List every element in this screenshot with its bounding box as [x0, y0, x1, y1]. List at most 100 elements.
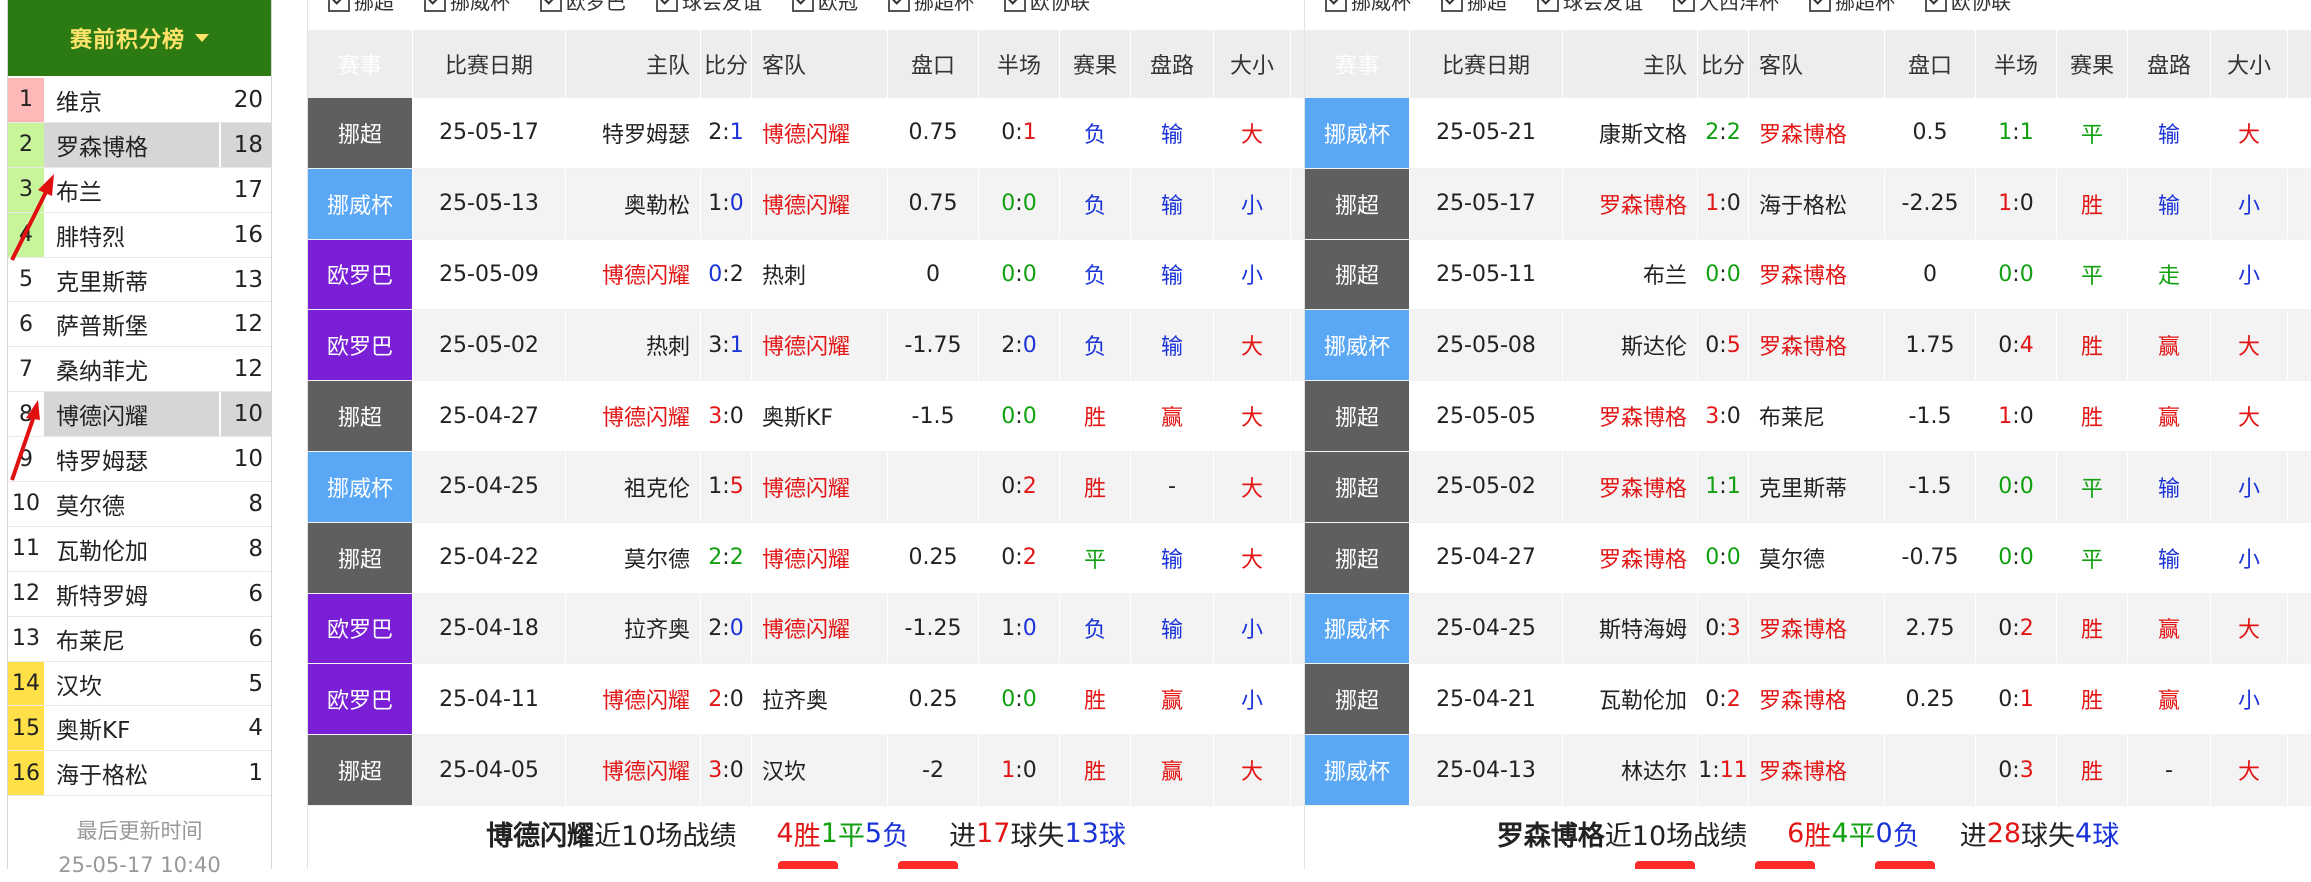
standings-team[interactable]: 海于格松: [44, 751, 221, 795]
event-badge[interactable]: 挪超: [1305, 381, 1410, 451]
home-team[interactable]: 罗森博格: [1563, 522, 1698, 593]
match-score[interactable]: 3:0: [701, 381, 752, 451]
match-row[interactable]: 欧罗巴 25-04-11 博德闪耀 2:0 拉齐奥 0.25 0:0 胜赢小: [308, 664, 1304, 736]
checkbox-icon[interactable]: [1441, 0, 1463, 12]
standings-row[interactable]: 1 维京 20: [8, 78, 271, 123]
event-badge[interactable]: 挪超: [1305, 168, 1410, 239]
standings-row[interactable]: 7 桑纳菲尤 12: [8, 347, 271, 393]
match-row[interactable]: 挪超 25-04-21 瓦勒伦加 0:2 罗森博格 0.25 0:1 胜赢小: [1305, 664, 2311, 736]
event-badge[interactable]: 挪威杯: [1305, 98, 1410, 168]
event-badge[interactable]: 挪超: [1305, 664, 1410, 735]
match-row[interactable]: 挪超 25-05-11 布兰 0:0 罗森博格 0 0:0 平走小: [1305, 239, 2311, 311]
match-row[interactable]: 挪超 25-05-05 罗森博格 3:0 布莱尼 -1.5 1:0 胜赢大: [1305, 381, 2311, 452]
standings-team[interactable]: 腓特烈: [44, 213, 221, 257]
event-badge[interactable]: 挪超: [308, 522, 413, 593]
standings-team[interactable]: 斯特罗姆: [44, 572, 221, 616]
match-row[interactable]: 挪超 25-04-05 博德闪耀 3:0 汉坎 -2 1:0 胜赢大: [308, 735, 1304, 806]
filter-checkbox[interactable]: 欧罗巴: [540, 0, 626, 15]
filter-checkbox[interactable]: 挪威杯: [1325, 0, 1411, 15]
event-badge[interactable]: 挪超: [308, 735, 413, 805]
match-row[interactable]: 挪威杯 25-05-21 康斯文格 2:2 罗森博格 0.5 1:1 平输大: [1305, 98, 2311, 169]
standings-team[interactable]: 维京: [44, 78, 221, 122]
match-score[interactable]: 3:0: [701, 735, 752, 805]
away-team[interactable]: 罗森博格: [1749, 664, 1885, 735]
home-team[interactable]: 祖克伦: [566, 451, 701, 522]
away-team[interactable]: 博德闪耀: [752, 168, 888, 239]
standings-row[interactable]: 11 瓦勒伦加 8: [8, 527, 271, 572]
match-score[interactable]: 0:3: [1698, 593, 1749, 664]
match-row[interactable]: 欧罗巴 25-05-09 博德闪耀 0:2 热刺 0 0:0 负输小: [308, 239, 1304, 311]
checkbox-icon[interactable]: [424, 0, 446, 12]
match-score[interactable]: 2:0: [701, 593, 752, 664]
home-team[interactable]: 布兰: [1563, 239, 1698, 310]
away-team[interactable]: 热刺: [752, 239, 888, 310]
home-team[interactable]: 林达尔: [1563, 735, 1698, 805]
home-team[interactable]: 奥勒松: [566, 168, 701, 239]
match-score[interactable]: 2:1: [701, 98, 752, 168]
standings-row[interactable]: 16 海于格松 1: [8, 751, 271, 797]
filter-checkbox[interactable]: 球会友谊: [1537, 0, 1643, 15]
match-score[interactable]: 1:5: [701, 451, 752, 522]
checkbox-icon[interactable]: [888, 0, 910, 12]
match-row[interactable]: 挪威杯 25-05-08 斯达伦 0:5 罗森博格 1.75 0:4 胜赢大: [1305, 310, 2311, 382]
standings-team[interactable]: 罗森博格: [44, 122, 219, 167]
event-badge[interactable]: 欧罗巴: [308, 664, 413, 735]
match-row[interactable]: 挪威杯 25-04-25 祖克伦 1:5 博德闪耀 0:2 胜 - 大: [308, 451, 1304, 523]
away-team[interactable]: 莫尔德: [1749, 522, 1885, 593]
checkbox-icon[interactable]: [540, 0, 562, 12]
away-team[interactable]: 博德闪耀: [752, 98, 888, 168]
match-row[interactable]: 挪威杯 25-05-13 奥勒松 1:0 博德闪耀 0.75 0:0 负输小: [308, 168, 1304, 240]
event-badge[interactable]: 挪超: [1305, 451, 1410, 522]
home-team[interactable]: 莫尔德: [566, 522, 701, 593]
away-team[interactable]: 克里斯蒂: [1749, 451, 1885, 522]
match-row[interactable]: 挪超 25-04-27 罗森博格 0:0 莫尔德 -0.75 0:0 平输小: [1305, 522, 2311, 594]
away-team[interactable]: 罗森博格: [1749, 593, 1885, 664]
home-team[interactable]: 博德闪耀: [566, 735, 701, 805]
standings-header[interactable]: 赛前积分榜: [8, 0, 271, 76]
away-team[interactable]: 博德闪耀: [752, 451, 888, 522]
standings-team[interactable]: 奥斯KF: [44, 706, 221, 750]
away-team[interactable]: 汉坎: [752, 735, 888, 805]
away-team[interactable]: 布莱尼: [1749, 381, 1885, 451]
home-team[interactable]: 斯达伦: [1563, 310, 1698, 381]
match-score[interactable]: 1:0: [701, 168, 752, 239]
filter-checkbox[interactable]: 球会友谊: [656, 0, 762, 15]
match-row[interactable]: 挪超 25-05-17 罗森博格 1:0 海于格松 -2.25 1:0 胜输小: [1305, 168, 2311, 240]
away-team[interactable]: 奥斯KF: [752, 381, 888, 451]
home-team[interactable]: 罗森博格: [1563, 381, 1698, 451]
home-team[interactable]: 罗森博格: [1563, 451, 1698, 522]
event-badge[interactable]: 挪超: [1305, 239, 1410, 310]
match-score[interactable]: 0:0: [1698, 239, 1749, 310]
home-team[interactable]: 拉齐奥: [566, 593, 701, 664]
home-team[interactable]: 罗森博格: [1563, 168, 1698, 239]
checkbox-icon[interactable]: [1004, 0, 1026, 12]
away-team[interactable]: 罗森博格: [1749, 310, 1885, 381]
match-score[interactable]: 1:11: [1698, 735, 1749, 805]
event-badge[interactable]: 挪超: [1305, 522, 1410, 593]
match-row[interactable]: 欧罗巴 25-04-18 拉齐奥 2:0 博德闪耀 -1.25 1:0 负输小: [308, 593, 1304, 665]
away-team[interactable]: 罗森博格: [1749, 239, 1885, 310]
away-team[interactable]: 罗森博格: [1749, 735, 1885, 805]
checkbox-icon[interactable]: [1925, 0, 1947, 12]
match-score[interactable]: 2:0: [701, 664, 752, 735]
checkbox-icon[interactable]: [1537, 0, 1559, 12]
filter-checkbox[interactable]: 挪超: [328, 0, 394, 15]
filter-checkbox[interactable]: 大西洋杯: [1673, 0, 1779, 15]
filter-checkbox[interactable]: 挪超杯: [888, 0, 974, 15]
standings-team[interactable]: 布兰: [44, 168, 221, 212]
match-score[interactable]: 1:0: [1698, 168, 1749, 239]
checkbox-icon[interactable]: [792, 0, 814, 12]
standings-row[interactable]: 10 莫尔德 8: [8, 482, 271, 527]
home-team[interactable]: 博德闪耀: [566, 664, 701, 735]
away-team[interactable]: 博德闪耀: [752, 310, 888, 381]
standings-team[interactable]: 克里斯蒂: [44, 258, 221, 302]
event-badge[interactable]: 挪威杯: [1305, 593, 1410, 664]
away-team[interactable]: 博德闪耀: [752, 522, 888, 593]
away-team[interactable]: 博德闪耀: [752, 593, 888, 664]
match-score[interactable]: 3:1: [701, 310, 752, 381]
match-row[interactable]: 挪超 25-04-27 博德闪耀 3:0 奥斯KF -1.5 0:0 胜赢大: [308, 381, 1304, 452]
event-badge[interactable]: 欧罗巴: [308, 593, 413, 664]
event-badge[interactable]: 挪威杯: [308, 451, 413, 522]
standings-row[interactable]: 12 斯特罗姆 6: [8, 572, 271, 617]
match-score[interactable]: 0:2: [701, 239, 752, 310]
